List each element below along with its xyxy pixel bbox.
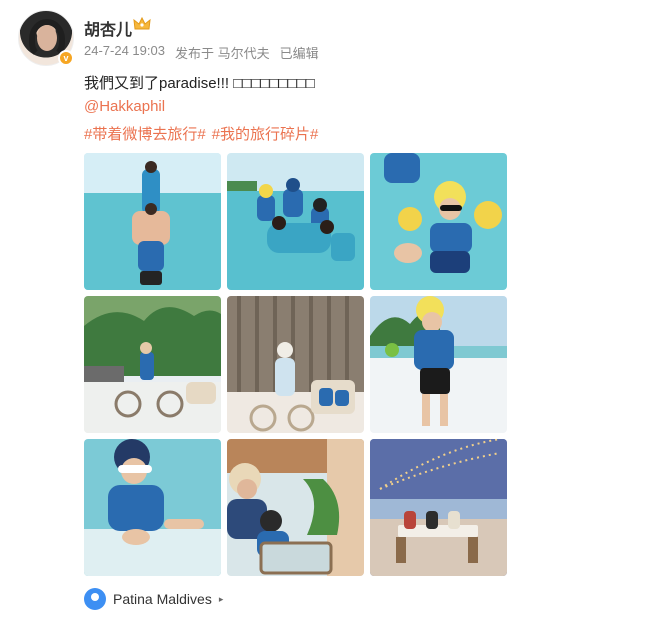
photo-thumbnail[interactable]: [227, 439, 364, 576]
photo-thumbnail[interactable]: [370, 153, 507, 290]
username[interactable]: 胡杏儿: [84, 16, 132, 40]
photo-child-in-water-sunglasses: [84, 439, 221, 576]
photo-family-in-water: [227, 153, 364, 290]
photo-thumbnail[interactable]: [370, 296, 507, 433]
location-name[interactable]: Patina Maldives: [113, 591, 212, 607]
hashtags: #带着微博去旅行# #我的旅行碎片#: [84, 123, 318, 144]
photo-child-with-floaties: [370, 153, 507, 290]
post-meta: 24-7-24 19:03 发布于 马尔代夫 已编辑: [84, 43, 319, 62]
photo-bike-with-trailer: [227, 296, 364, 433]
post-text: 我們又到了paradise!!! □□□□□□□□□: [84, 75, 315, 92]
mention-link[interactable]: @Hakkaphil: [84, 98, 165, 115]
avatar-face: [37, 25, 57, 51]
post-place: 马尔代夫: [217, 46, 270, 61]
edited-label[interactable]: 已编辑: [280, 43, 319, 62]
photo-sunset-dinner-lights: [370, 439, 507, 576]
photo-thumbnail[interactable]: [370, 439, 507, 576]
crown-icon: [133, 16, 151, 30]
photo-thumbnail[interactable]: [84, 153, 221, 290]
location-tag[interactable]: Patina Maldives ▸: [84, 586, 223, 612]
photo-thumbnail[interactable]: [84, 296, 221, 433]
hashtag-link[interactable]: #带着微博去旅行#: [84, 123, 206, 144]
location-pin-icon: [84, 588, 106, 610]
hashtag-link[interactable]: #我的旅行碎片#: [212, 123, 319, 144]
verified-badge-icon: v: [58, 50, 74, 66]
photo-thumbnail[interactable]: [227, 296, 364, 433]
photo-thumbnail[interactable]: [84, 439, 221, 576]
photo-bike-by-palms: [84, 296, 221, 433]
post-timestamp[interactable]: 24-7-24 19:03: [84, 43, 165, 62]
photo-child-on-beach: [370, 296, 507, 433]
photo-grid: [84, 153, 507, 577]
published-from-label: 发布于 马尔代夫: [174, 46, 270, 61]
photo-beach-family-stack: [84, 153, 221, 290]
photo-family-dining: [227, 439, 364, 576]
chevron-right-icon: ▸: [218, 593, 224, 604]
photo-thumbnail[interactable]: [227, 153, 364, 290]
weibo-post-card: v 胡杏儿 24-7-24 19:03 发布于 马尔代夫 已编辑 我們又到了pa…: [0, 0, 660, 622]
